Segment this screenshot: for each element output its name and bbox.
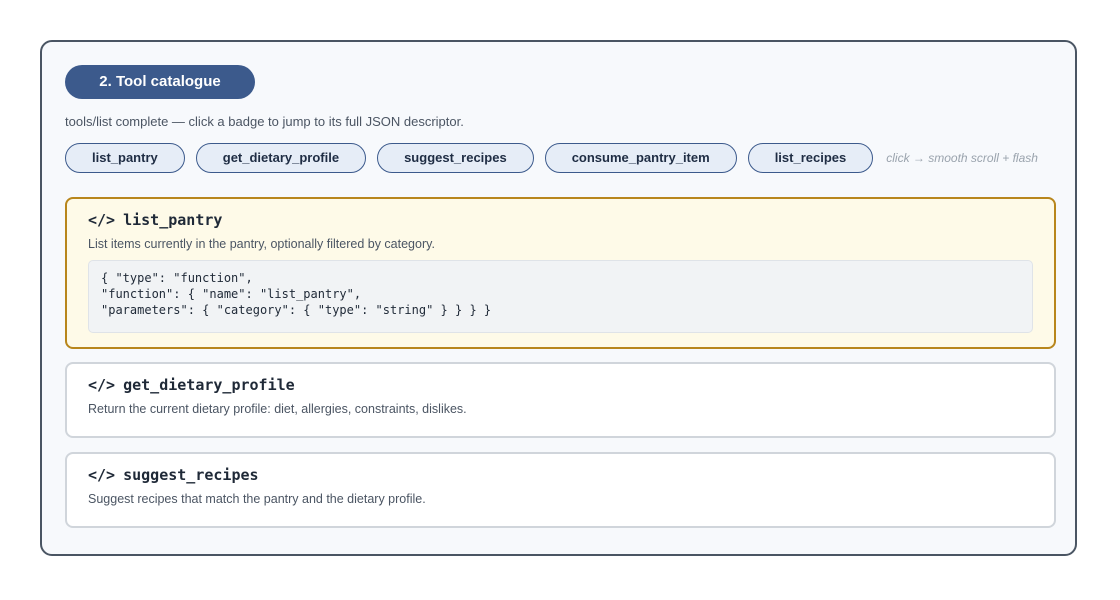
tool-description: Return the current dietary profile: diet… xyxy=(88,402,467,416)
code-icon: </> xyxy=(88,376,116,394)
badge-list-pantry[interactable]: list_pantry xyxy=(65,143,185,173)
tool-name: get_dietary_profile xyxy=(123,376,295,394)
tool-card-title: </> list_pantry xyxy=(88,211,1033,229)
badge-consume-pantry-item[interactable]: consume_pantry_item xyxy=(544,143,737,173)
tool-name: list_pantry xyxy=(123,211,223,229)
tool-card-title: </> suggest_recipes xyxy=(88,466,1033,484)
tool-name: suggest_recipes xyxy=(123,466,259,484)
badge-list-recipes[interactable]: list_recipes xyxy=(747,143,874,173)
intro-text: tools/list complete — click a badge to j… xyxy=(65,114,464,129)
code-icon: </> xyxy=(88,211,116,229)
badge-get-dietary-profile[interactable]: get_dietary_profile xyxy=(195,143,367,173)
json-line: { "type": "function", xyxy=(101,271,253,285)
tool-card-suggest-recipes: </> suggest_recipes Suggest recipes that … xyxy=(65,452,1056,528)
json-line: "function": { "name": "list_pantry", xyxy=(101,287,362,301)
tool-catalogue-panel: 2. Tool catalogue tools/list complete — … xyxy=(40,40,1077,556)
tool-badge-row: list_pantry get_dietary_profile suggest_… xyxy=(65,142,1038,174)
code-icon: </> xyxy=(88,466,116,484)
json-descriptor: { "type": "function", "function": { "nam… xyxy=(88,260,1033,333)
tool-card-title: </> get_dietary_profile xyxy=(88,376,1033,394)
badge-suggest-recipes[interactable]: suggest_recipes xyxy=(377,143,534,173)
tool-description: List items currently in the pantry, opti… xyxy=(88,237,435,251)
tool-card-list-pantry: </> list_pantry List items currently in t… xyxy=(65,197,1056,349)
section-step-label: 2. Tool catalogue xyxy=(65,65,255,99)
json-line: "parameters": { "category": { "type": "s… xyxy=(101,303,492,317)
tool-description: Suggest recipes that match the pantry an… xyxy=(88,492,426,506)
tool-card-get-dietary-profile: </> get_dietary_profile Return the curren… xyxy=(65,362,1056,438)
badge-hint: click → smooth scroll + flash xyxy=(886,151,1038,165)
